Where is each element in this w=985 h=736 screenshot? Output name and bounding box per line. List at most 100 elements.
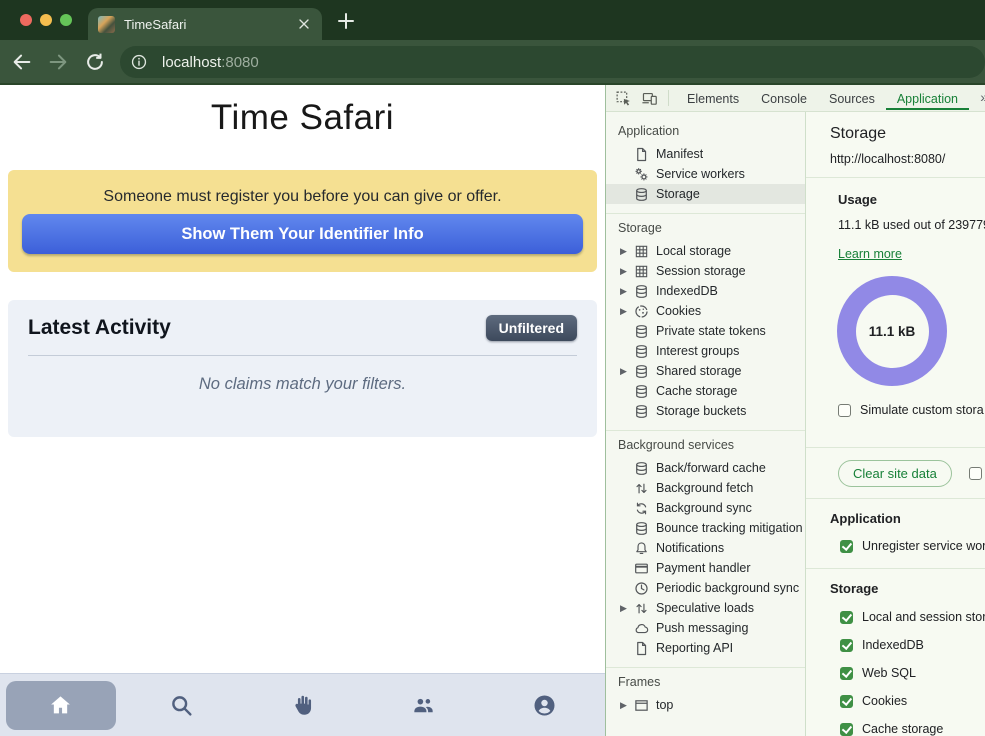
tree-item-indexeddb[interactable]: ▶ IndexedDB: [606, 281, 805, 301]
expander-icon[interactable]: ▶: [620, 366, 634, 377]
raised-hand-icon: [290, 693, 315, 718]
nav-item-contacts[interactable]: [363, 674, 484, 736]
new-tab-button[interactable]: [334, 9, 358, 33]
database-icon: [634, 521, 649, 536]
tab-console[interactable]: Console: [750, 87, 818, 110]
database-icon: [634, 284, 649, 299]
tree-item-background-sync[interactable]: Background sync: [606, 498, 805, 518]
tab-favicon: [98, 16, 115, 33]
cookie-icon: [634, 304, 649, 319]
minimize-window-button[interactable]: [40, 14, 52, 26]
tree-item-local-storage[interactable]: ▶ Local storage: [606, 241, 805, 261]
expander-icon[interactable]: ▶: [620, 306, 634, 317]
tree-item-reporting-api[interactable]: Reporting API: [606, 638, 805, 658]
indexeddb-checkbox[interactable]: [840, 639, 853, 652]
tree-item-manifest[interactable]: Manifest: [606, 144, 805, 164]
nav-item-profile[interactable]: [484, 674, 605, 736]
tree-item-storage[interactable]: Storage: [606, 184, 805, 204]
tree-section-header: Application: [606, 117, 805, 144]
unfiltered-button[interactable]: Unfiltered: [486, 315, 577, 341]
database-icon: [634, 461, 649, 476]
cookies-checkbox[interactable]: [840, 695, 853, 708]
cloud-icon: [634, 621, 649, 636]
back-icon[interactable]: [11, 51, 33, 73]
include-third-party-checkbox[interactable]: [969, 467, 982, 480]
nav-active-pill: [6, 681, 116, 730]
reload-icon[interactable]: [84, 51, 106, 73]
tree-item-back-forward-cache[interactable]: Back/forward cache: [606, 458, 805, 478]
maximize-window-button[interactable]: [60, 14, 72, 26]
nav-item-projects[interactable]: [242, 674, 363, 736]
devtools-panel: Elements Console Sources Application » A…: [605, 85, 985, 736]
tree-item-storage-buckets[interactable]: Storage buckets: [606, 401, 805, 421]
tree-item-notifications[interactable]: Notifications: [606, 538, 805, 558]
clear-site-data-button[interactable]: Clear site data: [838, 460, 952, 487]
forward-icon[interactable]: [47, 51, 69, 73]
nav-item-search[interactable]: [121, 674, 242, 736]
storage-section-heading: Storage: [830, 581, 985, 596]
tree-item-interest-groups[interactable]: Interest groups: [606, 341, 805, 361]
expander-icon[interactable]: ▶: [620, 700, 634, 711]
expander-icon[interactable]: ▶: [620, 266, 634, 277]
tree-section-storage: Storage ▶ Local storage ▶ Session storag…: [606, 214, 805, 431]
devtools-sidebar-tree: Application Manifest Service workers Sto…: [606, 112, 806, 736]
unregister-service-workers-checkbox[interactable]: [840, 540, 853, 553]
frame-icon: [634, 698, 649, 713]
home-icon: [48, 693, 73, 718]
gears-icon: [634, 167, 649, 182]
tree-item-session-storage[interactable]: ▶ Session storage: [606, 261, 805, 281]
close-window-button[interactable]: [20, 14, 32, 26]
tree-item-cache-storage[interactable]: Cache storage: [606, 381, 805, 401]
browser-toolbar: localhost:8080: [0, 40, 985, 85]
tab-close-icon[interactable]: [296, 16, 312, 32]
register-alert-message: Someone must register you before you can…: [8, 170, 597, 206]
window-controls: [20, 14, 72, 26]
up-down-arrows-icon: [634, 481, 649, 496]
tree-item-periodic-background-sync[interactable]: Periodic background sync: [606, 578, 805, 598]
tab-elements[interactable]: Elements: [676, 87, 750, 110]
show-identifier-button[interactable]: Show Them Your Identifier Info: [22, 214, 583, 254]
url-host: localhost: [162, 54, 221, 71]
tree-item-service-workers[interactable]: Service workers: [606, 164, 805, 184]
search-icon: [169, 693, 194, 718]
tree-item-background-fetch[interactable]: Background fetch: [606, 478, 805, 498]
expander-icon[interactable]: ▶: [620, 246, 634, 257]
empty-claims-message: No claims match your filters.: [8, 375, 597, 394]
tree-item-cookies[interactable]: ▶ Cookies: [606, 301, 805, 321]
browser-tab[interactable]: TimeSafari: [88, 8, 322, 40]
local-session-storage-checkbox[interactable]: [840, 611, 853, 624]
storage-usage-donut: 11.1 kB: [837, 276, 947, 386]
table-icon: [634, 264, 649, 279]
pane-origin: http://localhost:8080/: [830, 152, 985, 166]
indexeddb-label: IndexedDB: [862, 638, 924, 652]
tree-item-push-messaging[interactable]: Push messaging: [606, 618, 805, 638]
tab-sources[interactable]: Sources: [818, 87, 886, 110]
database-icon: [634, 187, 649, 202]
cache-storage-checkbox[interactable]: [840, 723, 853, 736]
table-icon: [634, 244, 649, 259]
tree-item-payment-handler[interactable]: Payment handler: [606, 558, 805, 578]
devtools-tab-bar: Elements Console Sources Application »: [606, 85, 985, 112]
tree-item-bounce-tracking-mitigation[interactable]: Bounce tracking mitigation: [606, 518, 805, 538]
bell-icon: [634, 541, 649, 556]
nav-item-home[interactable]: [0, 674, 121, 736]
more-tabs-icon[interactable]: »: [980, 89, 985, 105]
inspect-element-icon[interactable]: [615, 90, 632, 107]
expander-icon[interactable]: ▶: [620, 603, 634, 614]
learn-more-link[interactable]: Learn more: [838, 247, 902, 261]
tree-item-top-frame[interactable]: ▶ top: [606, 695, 805, 715]
tree-section-header: Storage: [606, 214, 805, 241]
device-toolbar-icon[interactable]: [641, 90, 658, 107]
tree-item-private-state-tokens[interactable]: Private state tokens: [606, 321, 805, 341]
pane-title: Storage: [830, 125, 985, 143]
tab-application[interactable]: Application: [886, 87, 969, 110]
tree-item-speculative-loads[interactable]: ▶ Speculative loads: [606, 598, 805, 618]
web-sql-checkbox[interactable]: [840, 667, 853, 680]
tree-section-header: Frames: [606, 668, 805, 695]
tree-item-shared-storage[interactable]: ▶ Shared storage: [606, 361, 805, 381]
expander-icon[interactable]: ▶: [620, 286, 634, 297]
site-info-icon[interactable]: [130, 53, 148, 71]
address-bar[interactable]: localhost:8080: [120, 46, 985, 78]
unregister-service-workers-label: Unregister service wor: [862, 539, 985, 553]
simulate-quota-checkbox[interactable]: [838, 404, 851, 417]
